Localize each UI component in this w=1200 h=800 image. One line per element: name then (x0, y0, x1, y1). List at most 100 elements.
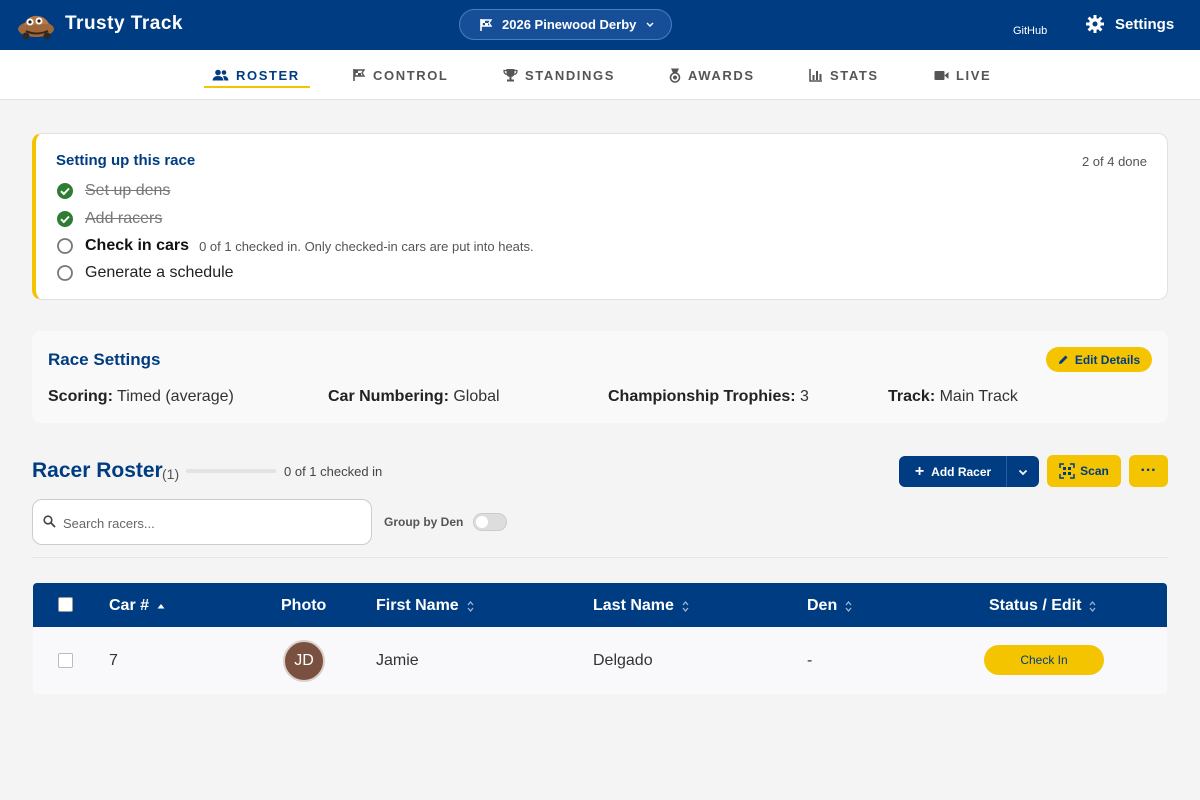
search-input[interactable] (63, 510, 363, 536)
tab-stats[interactable]: STATS (809, 50, 879, 100)
main-tabs: ROSTER CONTROL STANDINGS AWARDS STATS LI… (0, 50, 1200, 100)
column-label: First Name (376, 597, 459, 614)
tab-standings[interactable]: STANDINGS (503, 50, 615, 100)
sort-ascending-icon (157, 603, 165, 609)
cell-first-name: Jamie (376, 652, 419, 669)
avatar[interactable]: JD (283, 640, 325, 682)
setting-value: Timed (average) (117, 388, 234, 405)
plus-icon: + (914, 462, 925, 480)
add-racer-button[interactable]: + Add Racer (899, 456, 1007, 487)
cell-den: - (807, 652, 813, 669)
qr-code-icon (1059, 463, 1075, 479)
roster-title: Racer Roster (32, 459, 163, 482)
setup-step-checkin[interactable]: Check in cars 0 of 1 checked in. Only ch… (56, 237, 534, 255)
search-racers-field[interactable] (32, 499, 372, 545)
column-label: Den (807, 597, 838, 614)
column-header-last-name[interactable]: Last Name (593, 597, 689, 615)
row-select-checkbox[interactable] (58, 653, 73, 668)
select-all-checkbox[interactable] (58, 597, 73, 612)
setup-step-schedule[interactable]: Generate a schedule (56, 264, 234, 282)
column-header-status[interactable]: Status / Edit (989, 597, 1096, 615)
chevron-down-icon (1018, 463, 1028, 481)
setup-step-dens[interactable]: Set up dens (56, 182, 170, 200)
app-title[interactable]: Trusty Track (65, 13, 183, 35)
chevron-down-icon (645, 21, 655, 29)
tab-label: CONTROL (373, 67, 449, 83)
empty-circle-icon (56, 264, 75, 282)
group-by-den-toggle[interactable] (473, 513, 507, 531)
racer-table: Car # Photo First Name Last Name Den Sta… (33, 583, 1167, 694)
group-by-den-label: Group by Den (384, 515, 464, 529)
column-label: Status / Edit (989, 597, 1082, 614)
tab-awards[interactable]: AWARDS (669, 50, 755, 100)
step-label: Set up dens (85, 182, 171, 199)
race-selector[interactable]: 2026 Pinewood Derby (459, 9, 672, 40)
sort-icon (1089, 600, 1096, 613)
setting-key: Championship Trophies: (608, 388, 796, 405)
tab-label: AWARDS (688, 67, 755, 83)
step-hint: 0 of 1 checked in. Only checked-in cars … (199, 238, 534, 254)
setting-value: Global (453, 388, 500, 405)
step-label: Add racers (85, 210, 163, 227)
tab-label: STANDINGS (525, 67, 615, 83)
sort-icon (682, 600, 689, 613)
setup-title: Setting up this race (56, 152, 196, 169)
column-label: Car # (109, 597, 150, 614)
checked-in-progress-bar (186, 469, 276, 473)
car-logo-icon[interactable] (16, 9, 56, 41)
setting-track: Track: Main Track (888, 388, 1018, 406)
medal-icon (669, 68, 681, 83)
github-link[interactable]: GitHub (1013, 25, 1047, 37)
toggle-knob (476, 516, 488, 528)
trophy-icon (503, 68, 518, 82)
setup-progress: 2 of 4 done (1081, 154, 1147, 169)
setting-key: Track: (888, 388, 936, 405)
tab-label: STATS (830, 67, 879, 83)
cell-last-name: Delgado (593, 652, 653, 669)
setting-car-numbering: Car Numbering: Global (328, 388, 500, 406)
tab-roster[interactable]: ROSTER (204, 50, 310, 100)
add-racer-menu-button[interactable] (1006, 456, 1039, 487)
top-app-bar: Trusty Track 2026 Pinewood Derby GitHub … (0, 0, 1200, 50)
video-icon (934, 70, 949, 81)
settings-label: Settings (1115, 15, 1175, 33)
setting-scoring: Scoring: Timed (average) (48, 388, 234, 406)
setting-championship-trophies: Championship Trophies: 3 (608, 388, 809, 406)
setup-checklist-card: Setting up this race 2 of 4 done Set up … (32, 133, 1168, 300)
setting-value: Main Track (939, 388, 1018, 405)
scan-button[interactable]: Scan (1047, 455, 1121, 487)
step-label: Generate a schedule (85, 264, 234, 281)
search-icon (43, 515, 56, 528)
column-header-first-name[interactable]: First Name (376, 597, 474, 615)
tab-live[interactable]: LIVE (934, 50, 991, 100)
column-header-car[interactable]: Car # (109, 597, 165, 615)
checked-in-text: 0 of 1 checked in (284, 464, 383, 479)
setup-step-racers[interactable]: Add racers (56, 210, 162, 228)
check-in-button[interactable]: Check In (984, 645, 1104, 675)
sort-icon (845, 600, 852, 613)
step-label: Check in cars (85, 237, 190, 254)
column-label: Last Name (593, 597, 674, 614)
gear-icon (1085, 14, 1105, 34)
scan-label: Scan (1080, 464, 1109, 478)
tab-control[interactable]: CONTROL (352, 50, 448, 100)
empty-circle-icon (56, 237, 75, 255)
cell-car-number: 7 (109, 652, 118, 669)
bar-chart-icon (809, 68, 823, 82)
add-racer-label: Add Racer (931, 464, 992, 479)
group-icon (212, 69, 229, 81)
table-header: Car # Photo First Name Last Name Den Sta… (33, 583, 1167, 627)
race-selector-label: 2026 Pinewood Derby (502, 17, 637, 32)
column-header-den[interactable]: Den (807, 597, 852, 615)
check-circle-icon (56, 210, 75, 228)
setting-value: 3 (800, 388, 809, 405)
settings-button[interactable]: Settings (1085, 14, 1174, 34)
more-options-button[interactable]: ··· (1129, 455, 1168, 487)
divider (32, 557, 1168, 558)
tab-label: LIVE (956, 67, 992, 83)
table-row[interactable]: 7 JD Jamie Delgado - Check In (33, 627, 1167, 694)
race-settings-title: Race Settings (48, 350, 161, 369)
flag-icon (479, 18, 493, 32)
more-horizontal-icon: ··· (1140, 462, 1157, 479)
edit-details-button[interactable]: Edit Details (1046, 347, 1152, 372)
